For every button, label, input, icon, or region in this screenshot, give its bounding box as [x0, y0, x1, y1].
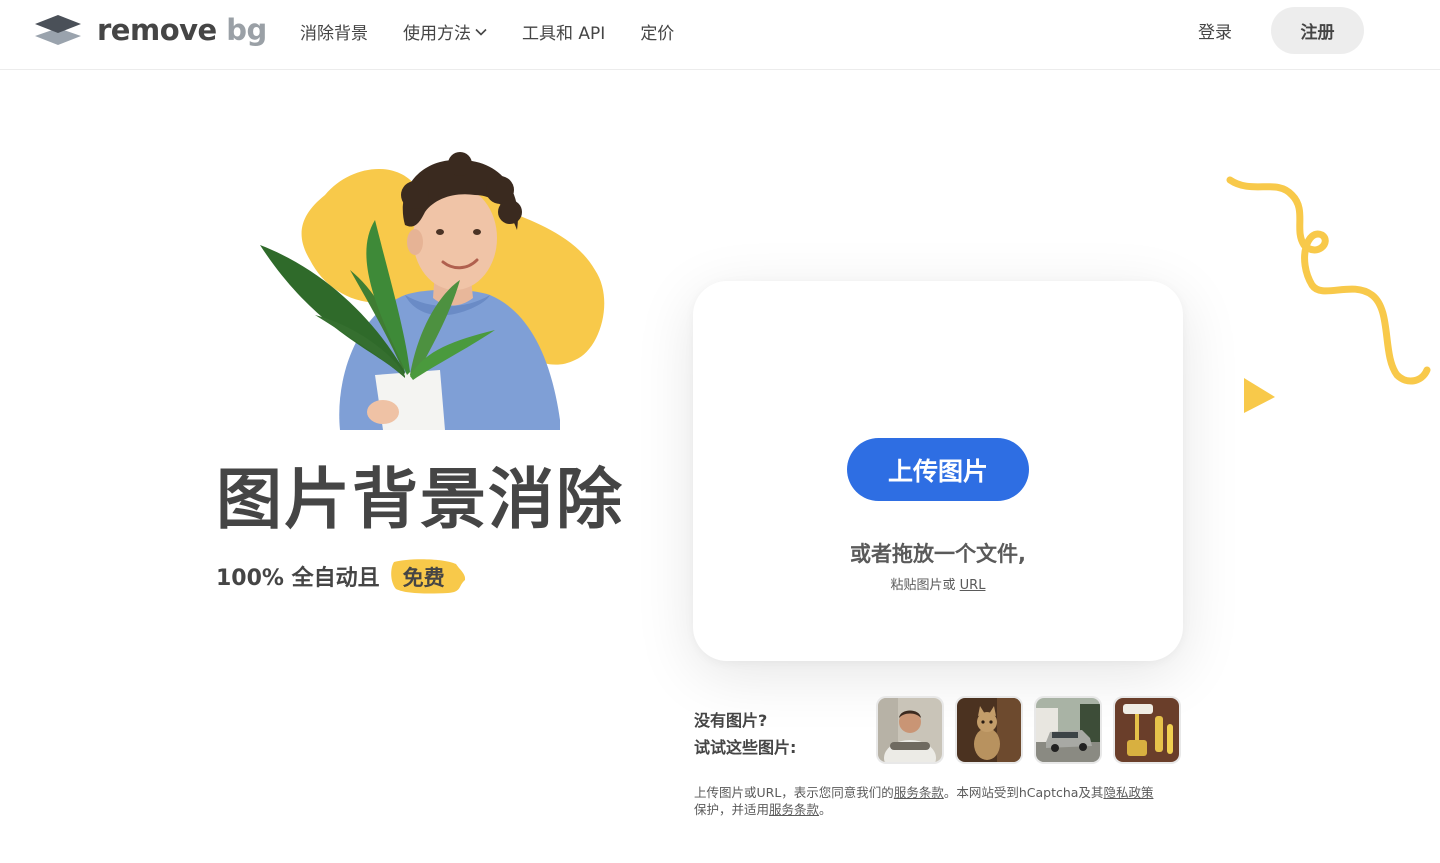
nav-label: 消除背景 [300, 23, 368, 44]
sample-cat-thumbnail[interactable] [957, 698, 1021, 762]
sample-car-thumbnail[interactable] [1036, 698, 1100, 762]
legal-text-1: 上传图片或URL，表示您同意我们的 [694, 785, 894, 800]
free-badge: 免费 [388, 556, 468, 596]
nav-label: 使用方法 [403, 23, 471, 44]
sample-prompt: 没有图片? 试试这些图片: [694, 707, 796, 761]
main-nav: 消除背景 使用方法 工具和 API 定价 [300, 0, 709, 62]
sample-person-thumbnail[interactable] [878, 698, 942, 762]
decorative-squiggle-icon [1226, 176, 1431, 385]
nav-label: 定价 [640, 23, 675, 44]
hero-subtitle: 100% 全自动且 [216, 566, 380, 591]
terms-of-service-link-2[interactable]: 服务条款 [769, 802, 819, 817]
signup-button[interactable]: 注册 [1271, 7, 1364, 54]
upload-card[interactable]: 上传图片 或者拖放一个文件, 粘贴图片或 URL [693, 281, 1183, 661]
chevron-down-icon [475, 21, 487, 41]
upload-image-button[interactable]: 上传图片 [847, 438, 1029, 501]
hero-subtitle-row: 100% 全自动且 免费 [216, 556, 468, 596]
logo-text-main: remove [97, 13, 217, 47]
logo-text-accent: bg [226, 13, 267, 47]
logo-wordmark: remove bg [97, 12, 267, 48]
legal-text-4: 。 [819, 802, 832, 817]
url-link[interactable]: URL [960, 578, 986, 593]
hero-title: 图片背景消除 [216, 461, 624, 538]
legal-disclaimer: 上传图片或URL，表示您同意我们的服务条款。本网站受到hCaptcha及其隐私政… [694, 784, 1194, 818]
paste-hint-text: 粘贴图片或 [890, 578, 956, 593]
nav-pricing[interactable]: 定价 [640, 19, 674, 44]
layers-logo-icon [35, 15, 81, 45]
sample-prompt-line-1: 没有图片? [694, 711, 768, 730]
privacy-policy-link[interactable]: 隐私政策 [1103, 785, 1153, 800]
sample-prompt-line-2: 试试这些图片: [694, 738, 797, 757]
nav-remove-background[interactable]: 消除背景 [300, 19, 368, 44]
nav-how-to-use-dropdown[interactable]: 使用方法 [403, 19, 487, 44]
site-logo[interactable]: remove bg [33, 12, 267, 48]
decorative-triangle-icon [1244, 378, 1275, 413]
hero-person-with-plant-image [260, 152, 605, 430]
sample-thumbnails [878, 698, 1194, 762]
free-badge-label: 免费 [402, 566, 445, 590]
paste-hint: 粘贴图片或 URL [693, 574, 1183, 593]
sample-paint-roller-thumbnail[interactable] [1115, 698, 1179, 762]
drop-file-text: 或者拖放一个文件, [850, 542, 1026, 566]
nav-tools-api[interactable]: 工具和 API [522, 19, 605, 44]
nav-label: 工具和 API [522, 23, 606, 44]
legal-text-2: 。本网站受到hCaptcha及其 [943, 785, 1104, 800]
login-link[interactable]: 登录 [1198, 18, 1232, 43]
terms-of-service-link[interactable]: 服务条款 [894, 785, 944, 800]
top-navigation-bar: remove bg 消除背景 使用方法 工具和 API 定价 登录 注册 [0, 0, 1440, 70]
legal-text-3: 保护，并适用 [694, 802, 770, 817]
